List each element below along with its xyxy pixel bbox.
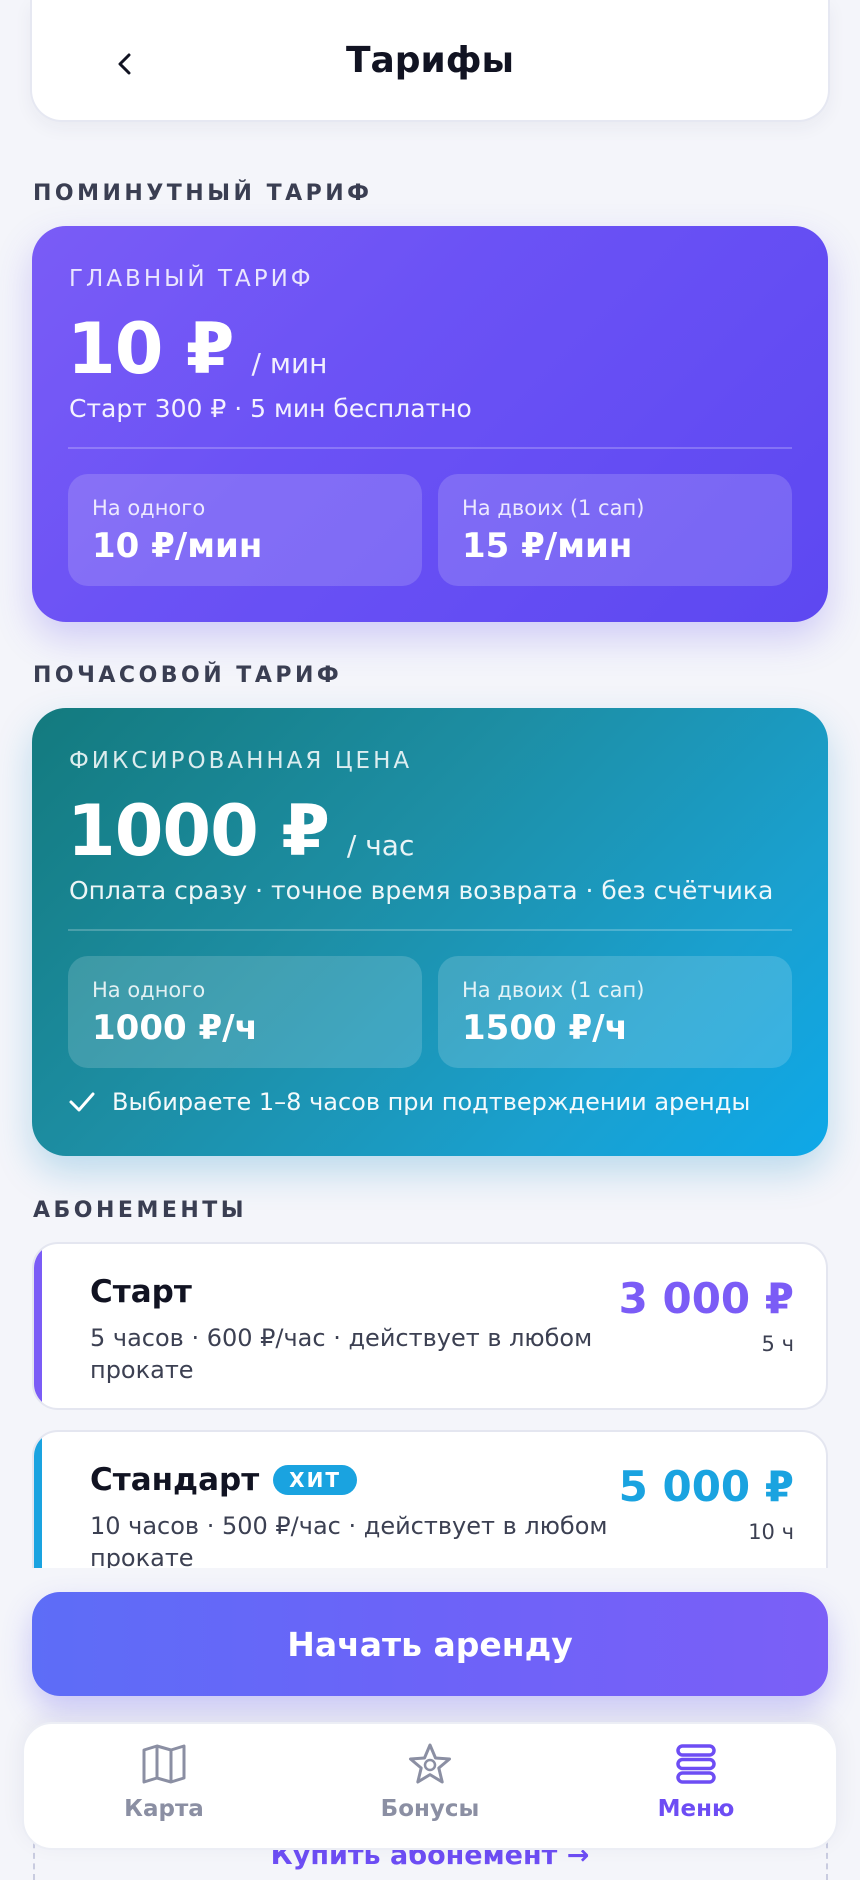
hit-badge: ХИТ	[273, 1465, 357, 1495]
nav-label: Меню	[657, 1796, 735, 1822]
nav-item-menu[interactable]: Меню	[626, 1724, 766, 1848]
nav-item-map[interactable]: Карта	[94, 1724, 234, 1848]
card-price: 10 ₽ / мин	[67, 308, 327, 390]
section-title-subscriptions: АБОНЕМЕНТЫ	[33, 1198, 248, 1223]
price-value: 10 ₽	[67, 308, 234, 390]
option-label: На одного	[92, 496, 206, 520]
star-icon	[409, 1743, 451, 1784]
option-value: 1000 ₽/ч	[92, 1008, 258, 1048]
subscription-name: Стандарт ХИТ	[90, 1462, 357, 1498]
option-value: 1500 ₽/ч	[462, 1008, 628, 1048]
price-value: 1000 ₽	[67, 790, 330, 872]
option-single: На одного 10 ₽/мин	[68, 474, 422, 586]
subscription-description: 5 часов · 600 ₽/час · действует в любом …	[90, 1324, 593, 1384]
card-label: ГЛАВНЫЙ ТАРИФ	[69, 266, 314, 292]
note-text: Выбираете 1–8 часов при подтверждении ар…	[112, 1088, 751, 1116]
option-single: На одного 1000 ₽/ч	[68, 956, 422, 1068]
start-rental-button[interactable]: Начать аренду	[32, 1592, 828, 1696]
page-title: Тарифы	[345, 40, 515, 81]
subscription-hours: 5 ч	[761, 1332, 794, 1356]
subscription-name: Старт	[90, 1274, 192, 1310]
option-double: На двоих (1 сап) 1500 ₽/ч	[438, 956, 792, 1068]
hour-tariff-card: ФИКСИРОВАННАЯ ЦЕНА 1000 ₽ / час Оплата с…	[32, 708, 828, 1156]
subscription-name-text: Старт	[90, 1274, 192, 1310]
nav-label: Бонусы	[380, 1796, 480, 1822]
section-title-hour: ПОЧАСОВОЙ ТАРИФ	[33, 663, 343, 688]
subscription-name-text: Стандарт	[90, 1462, 260, 1498]
nav-item-bonuses[interactable]: Бонусы	[360, 1724, 500, 1848]
card-description: Оплата сразу · точное время возврата · б…	[69, 876, 774, 905]
subscription-price: 5 000 ₽	[618, 1462, 794, 1511]
card-divider	[68, 447, 792, 449]
section-title-minute: ПОМИНУТНЫЙ ТАРИФ	[33, 181, 373, 206]
price-unit: / мин	[251, 347, 328, 380]
option-value: 15 ₽/мин	[462, 526, 633, 566]
checkmark-icon	[69, 1092, 95, 1112]
card-divider	[68, 929, 792, 931]
price-unit: / час	[346, 829, 415, 862]
option-label: На двоих (1 сап)	[462, 978, 645, 1002]
nav-label: Карта	[124, 1796, 204, 1822]
accent-bar	[34, 1432, 42, 1568]
option-double: На двоих (1 сап) 15 ₽/мин	[438, 474, 792, 586]
top-bar: Тарифы	[30, 0, 830, 122]
subscription-hours: 10 ч	[748, 1520, 794, 1544]
card-description: Старт 300 ₽ · 5 мин бесплатно	[69, 394, 472, 423]
subscription-price: 3 000 ₽	[618, 1274, 794, 1323]
accent-bar	[34, 1244, 42, 1408]
option-label: На двоих (1 сап)	[462, 496, 645, 520]
map-icon	[142, 1744, 186, 1784]
subscription-description: 10 часов · 500 ₽/час · действует в любом…	[90, 1512, 608, 1568]
menu-icon	[676, 1744, 716, 1784]
subscription-card-start[interactable]: Старт 5 часов · 600 ₽/час · действует в …	[32, 1242, 828, 1410]
subscriptions-list: Старт 5 часов · 600 ₽/час · действует в …	[32, 1240, 828, 1568]
bottom-nav: Карта Бонусы Меню	[22, 1722, 838, 1850]
minute-tariff-card: ГЛАВНЫЙ ТАРИФ 10 ₽ / мин Старт 300 ₽ · 5…	[32, 226, 828, 622]
card-price: 1000 ₽ / час	[67, 790, 414, 872]
card-label: ФИКСИРОВАННАЯ ЦЕНА	[69, 748, 413, 774]
option-value: 10 ₽/мин	[92, 526, 263, 566]
hours-note: Выбираете 1–8 часов при подтверждении ар…	[68, 1088, 750, 1116]
tariffs-page: Тарифы ПОМИНУТНЫЙ ТАРИФ ГЛАВНЫЙ ТАРИФ 10…	[0, 0, 860, 1880]
option-label: На одного	[92, 978, 206, 1002]
subscription-card-standard[interactable]: Стандарт ХИТ 10 часов · 500 ₽/час · дейс…	[32, 1430, 828, 1568]
